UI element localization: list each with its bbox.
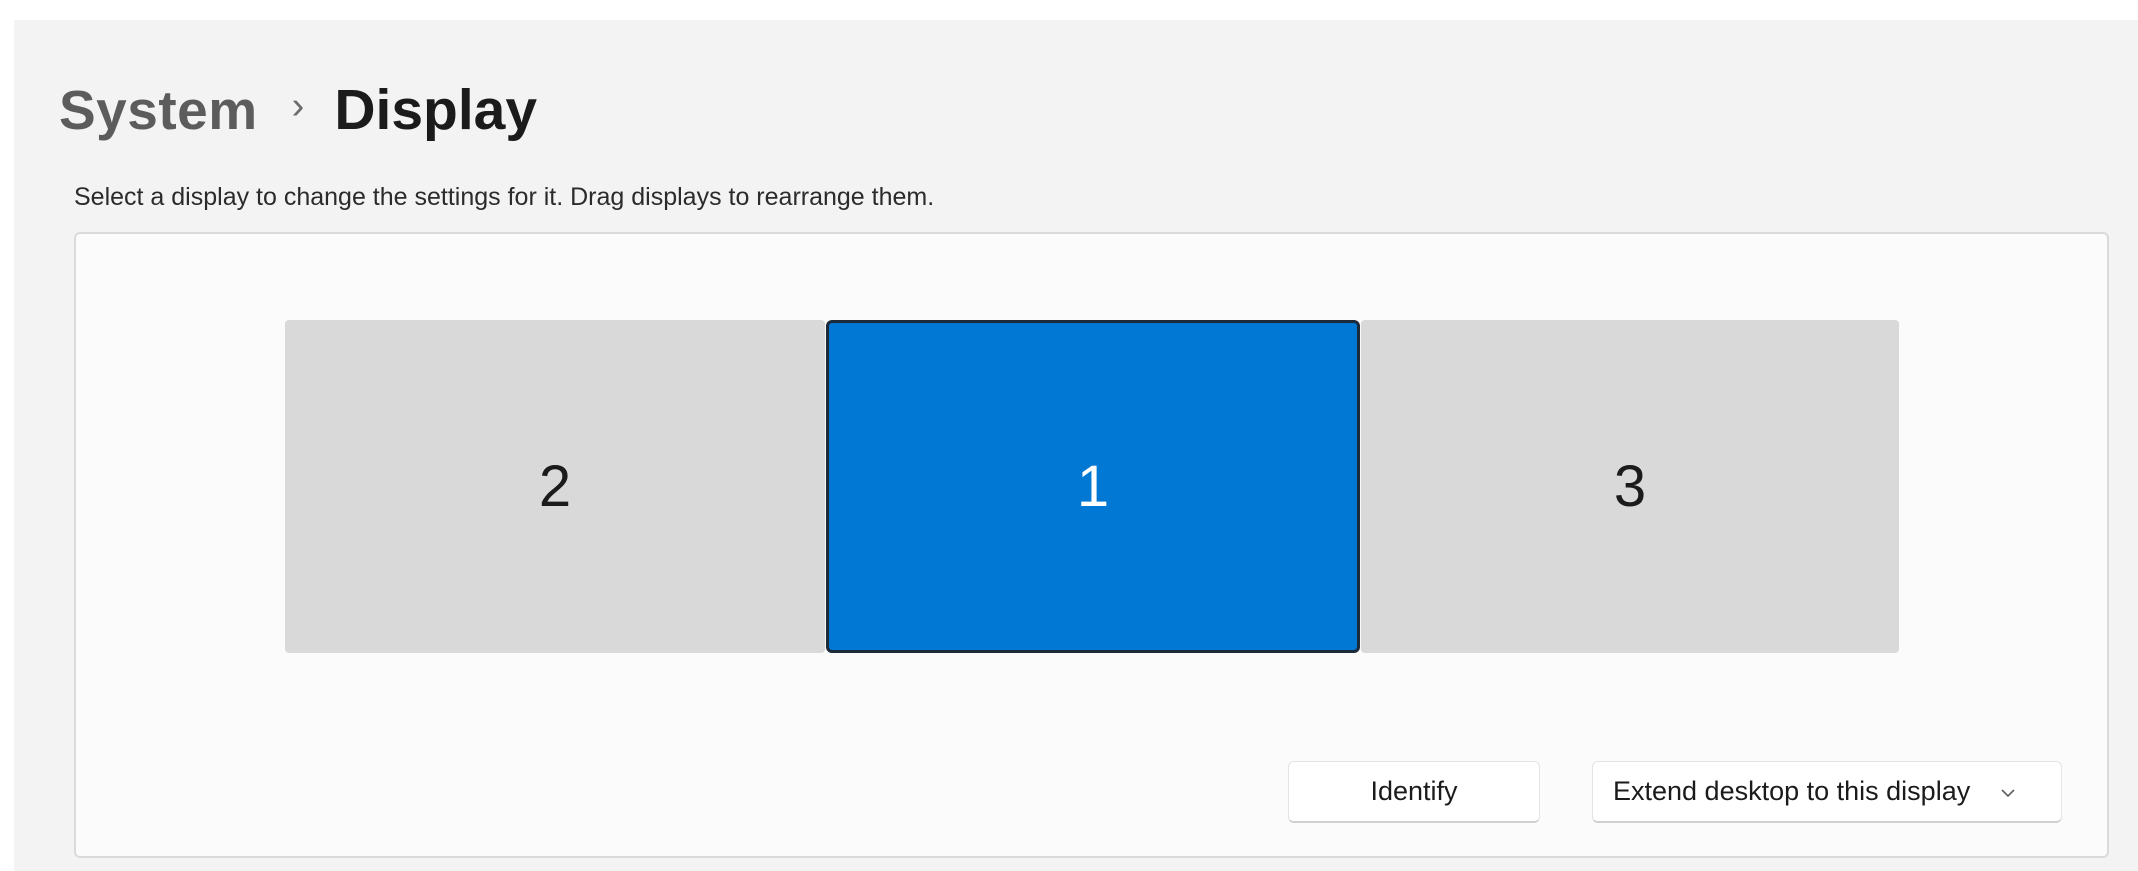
page-title: Display (334, 78, 538, 142)
display-number-label: 1 (1076, 454, 1110, 519)
breadcrumb: System › Display (59, 70, 537, 150)
display-1-tile[interactable]: 1 (826, 320, 1360, 653)
display-number-label: 3 (1613, 454, 1647, 519)
display-arrangement-panel: 2 1 3 Identify Extend desktop to this di… (74, 232, 2109, 858)
display-settings-page: System › Display Select a display to cha… (14, 20, 2138, 871)
chevron-down-icon (2000, 782, 2016, 803)
chevron-right-icon: › (291, 84, 305, 127)
breadcrumb-system-link[interactable]: System (59, 78, 258, 142)
display-mode-dropdown[interactable]: Extend desktop to this display (1592, 761, 2062, 823)
arrange-instructions: Select a display to change the settings … (74, 183, 935, 211)
display-number-label: 2 (538, 454, 572, 519)
display-2-tile[interactable]: 2 (285, 320, 825, 653)
display-mode-value: Extend desktop to this display (1613, 776, 1971, 806)
display-3-tile[interactable]: 3 (1361, 320, 1899, 653)
identify-button-label: Identify (1370, 776, 1458, 806)
identify-button[interactable]: Identify (1288, 761, 1540, 823)
